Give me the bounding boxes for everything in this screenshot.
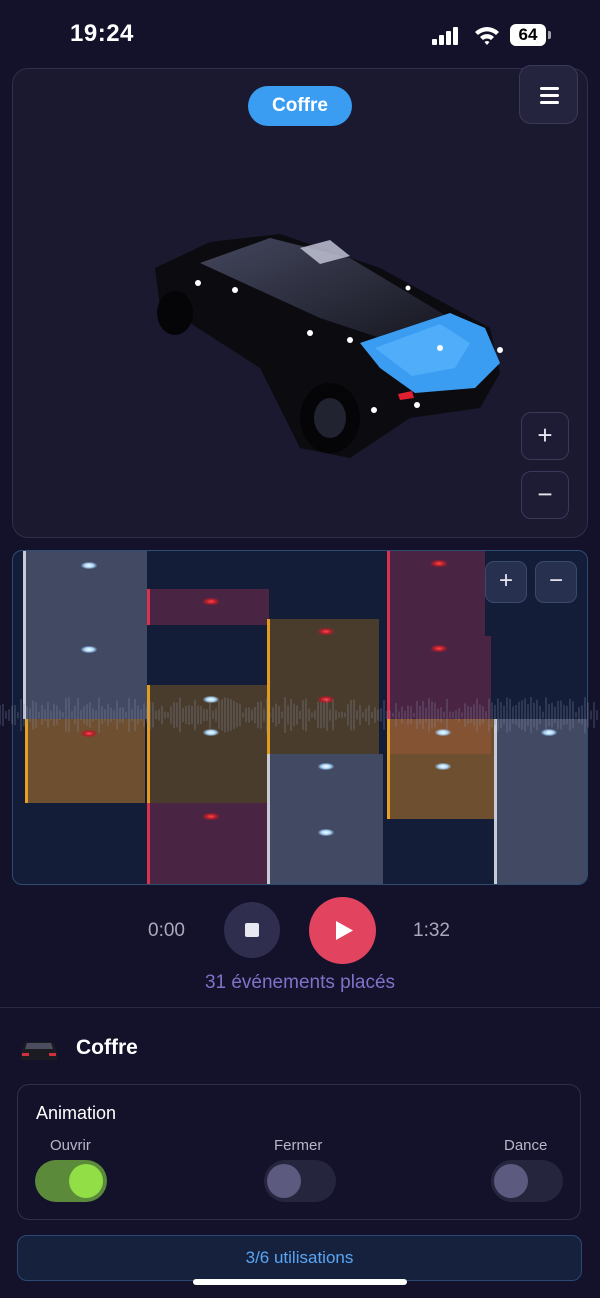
light-event-marker[interactable] bbox=[318, 829, 334, 836]
viewer-zoom-in-button[interactable]: + bbox=[521, 412, 569, 460]
timeline-zoom-out-button[interactable]: − bbox=[535, 561, 577, 603]
hamburger-icon bbox=[540, 87, 559, 90]
car-3d-model[interactable] bbox=[150, 228, 510, 468]
status-time: 19:24 bbox=[70, 20, 134, 47]
timeline-zoom-in-button[interactable]: + bbox=[485, 561, 527, 603]
current-time: 0:00 bbox=[148, 920, 185, 941]
stop-icon bbox=[245, 923, 259, 937]
light-event-marker[interactable] bbox=[431, 645, 447, 652]
menu-button[interactable] bbox=[519, 65, 578, 124]
audio-waveform bbox=[0, 697, 598, 733]
toggle-ouvrir[interactable] bbox=[35, 1160, 107, 1202]
light-event-marker[interactable] bbox=[203, 598, 219, 605]
play-button[interactable] bbox=[309, 897, 376, 964]
part-title: Coffre bbox=[76, 1036, 138, 1059]
total-time: 1:32 bbox=[413, 920, 450, 941]
cellular-signal-icon bbox=[432, 27, 460, 45]
light-event-marker[interactable] bbox=[431, 560, 447, 567]
car-thumbnail-icon bbox=[21, 1042, 57, 1060]
timeline-event-block[interactable] bbox=[267, 754, 383, 884]
light-event-marker[interactable] bbox=[318, 628, 334, 635]
home-indicator[interactable] bbox=[193, 1279, 407, 1285]
wifi-icon bbox=[475, 27, 499, 45]
play-icon bbox=[336, 921, 353, 940]
divider bbox=[0, 1007, 600, 1008]
battery-tip-icon bbox=[548, 31, 551, 39]
toggle-label-fermer: Fermer bbox=[274, 1137, 323, 1154]
light-event-marker[interactable] bbox=[435, 763, 451, 770]
animation-title: Animation bbox=[36, 1103, 117, 1123]
events-count: 31 événements placés bbox=[204, 972, 396, 993]
stop-button[interactable] bbox=[224, 902, 280, 958]
selected-part-badge[interactable]: Coffre bbox=[248, 86, 352, 126]
toggle-label-ouvrir: Ouvrir bbox=[50, 1137, 91, 1154]
timeline-event-block[interactable] bbox=[494, 719, 587, 884]
toggle-fermer[interactable] bbox=[264, 1160, 336, 1202]
usage-counter[interactable]: 3/6 utilisations bbox=[17, 1235, 582, 1281]
viewer-zoom-out-button[interactable]: − bbox=[521, 471, 569, 519]
light-event-marker[interactable] bbox=[81, 646, 97, 653]
light-event-marker[interactable] bbox=[203, 813, 219, 820]
light-event-marker[interactable] bbox=[81, 562, 97, 569]
timeline-event-block[interactable] bbox=[147, 589, 269, 625]
toggle-dance[interactable] bbox=[491, 1160, 563, 1202]
toggle-label-dance: Dance bbox=[504, 1137, 548, 1154]
light-event-marker[interactable] bbox=[318, 763, 334, 770]
battery-indicator: 64 bbox=[510, 24, 546, 46]
